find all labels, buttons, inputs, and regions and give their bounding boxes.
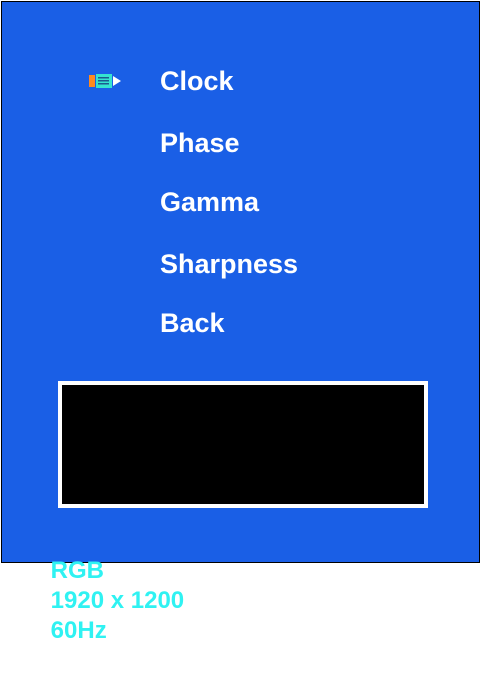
status-line: RGB 1920 x 1200 60Hz: [24, 526, 220, 644]
menu-item-sharpness[interactable]: Sharpness: [160, 247, 298, 281]
menu-item-gamma[interactable]: Gamma: [160, 185, 259, 219]
pointer-icon: [89, 74, 121, 88]
signal-type: RGB: [50, 557, 105, 584]
preview-window: [58, 381, 428, 508]
menu-item-back[interactable]: Back: [160, 306, 225, 340]
menu-item-clock[interactable]: Clock: [160, 64, 234, 98]
refresh-rate: 60Hz: [50, 617, 107, 644]
osd-menu-panel: Clock Phase Gamma Sharpness Back RGB 192…: [1, 1, 480, 644]
resolution-readout: 1920 x 1200: [50, 587, 185, 614]
menu-item-phase[interactable]: Phase: [160, 126, 240, 160]
